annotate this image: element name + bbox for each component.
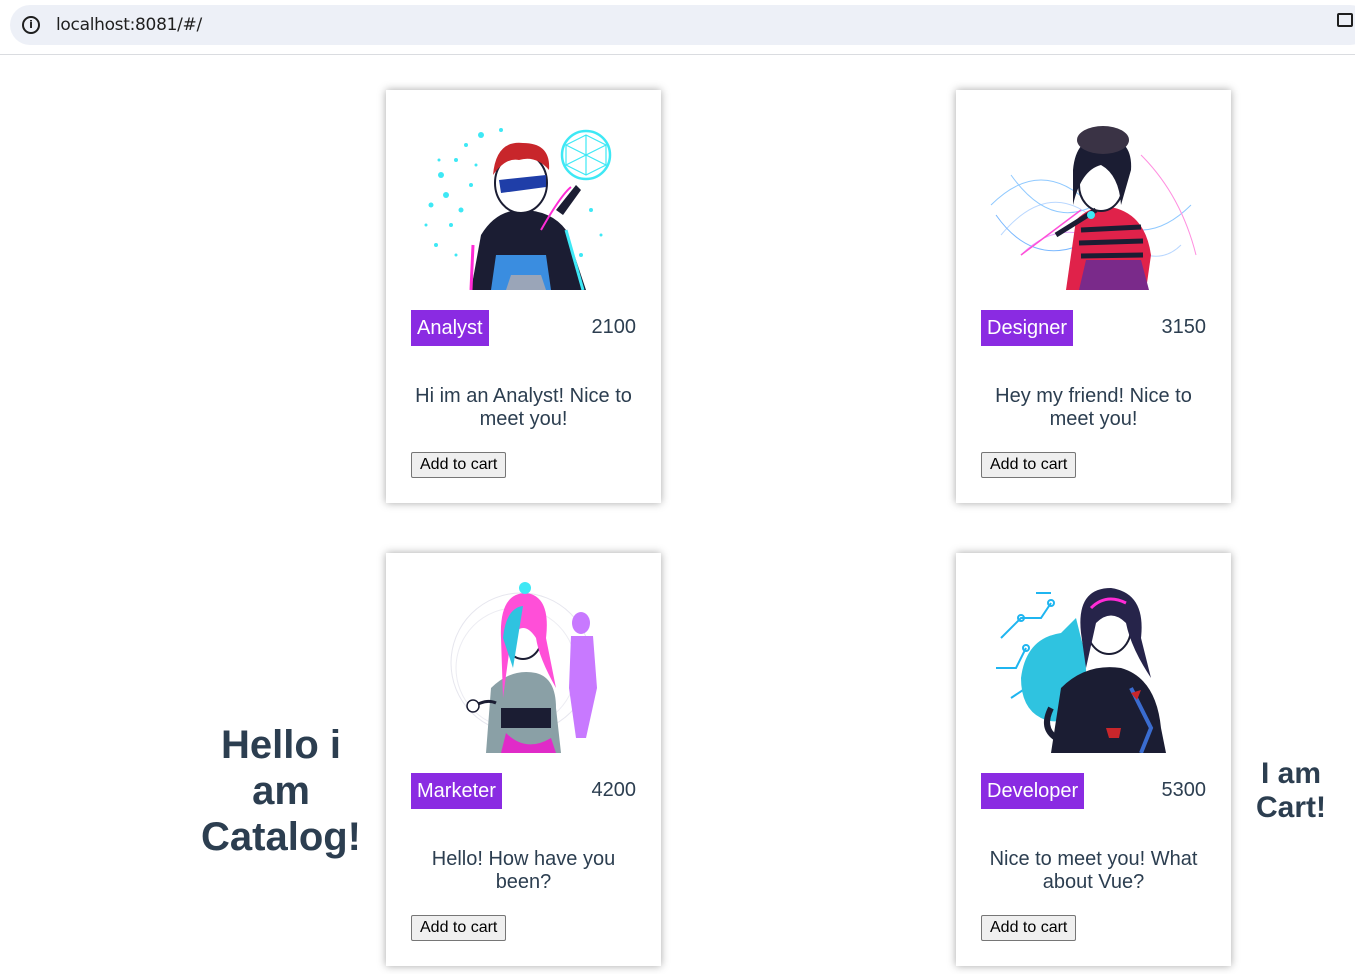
role-badge: Analyst	[411, 310, 489, 346]
add-to-cart-button[interactable]: Add to cart	[981, 915, 1077, 941]
cast-icon[interactable]	[1337, 13, 1353, 27]
product-description: Hey my friend! Nice to meet you!	[995, 385, 1192, 430]
price-label: 5300	[1161, 779, 1207, 801]
address-bar[interactable]: i localhost:8081/#/	[10, 5, 1355, 45]
browser-toolbar: i localhost:8081/#/	[0, 0, 1355, 55]
add-to-cart-button[interactable]: Add to cart	[981, 452, 1077, 478]
product-card: Designer 3150 Hey my friend! Nice to mee…	[956, 90, 1231, 503]
role-badge: Designer	[981, 310, 1074, 346]
product-image	[411, 578, 636, 753]
add-to-cart-button[interactable]: Add to cart	[411, 452, 507, 478]
url-text[interactable]: localhost:8081/#/	[56, 15, 202, 35]
product-image	[981, 115, 1206, 290]
developer-illustration	[996, 588, 1166, 753]
catalog-heading: Hello i am Catalog!	[201, 723, 361, 859]
marketer-illustration	[450, 582, 597, 753]
role-badge: Marketer	[411, 773, 502, 809]
product-card: Analyst 2100 Hi im an Analyst! Nice to m…	[386, 90, 661, 503]
product-image	[411, 115, 636, 290]
product-description: Hi im an Analyst! Nice to meet you!	[415, 385, 632, 430]
designer-illustration	[990, 126, 1197, 290]
product-description: Nice to meet you! What about Vue?	[989, 848, 1198, 893]
cart-heading: I am Cart!	[1255, 757, 1326, 824]
price-label: 2100	[591, 316, 637, 338]
add-to-cart-button[interactable]: Add to cart	[411, 915, 507, 941]
product-image	[981, 578, 1206, 753]
product-card: Marketer 4200 Hello! How have you been? …	[386, 553, 661, 966]
site-info-icon[interactable]: i	[22, 16, 40, 34]
price-label: 3150	[1161, 316, 1207, 338]
product-card: Developer 5300 Nice to meet you! What ab…	[956, 553, 1231, 966]
price-label: 4200	[591, 779, 637, 801]
product-description: Hello! How have you been?	[431, 848, 616, 893]
analyst-illustration	[424, 128, 612, 290]
role-badge: Developer	[981, 773, 1085, 809]
